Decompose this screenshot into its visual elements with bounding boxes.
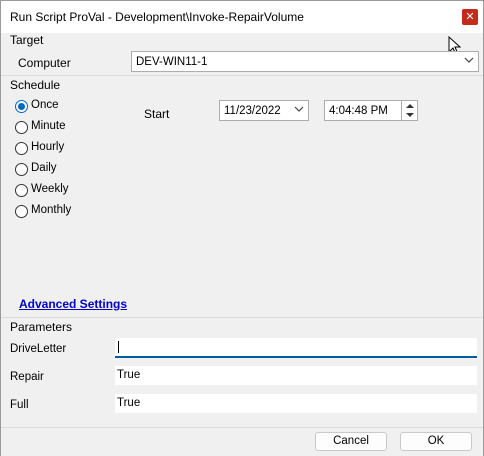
param-label-full: Full (10, 399, 29, 411)
parameters-panel: Parameters DriveLetter Repair True Full … (1, 317, 483, 427)
driveletter-input[interactable] (115, 338, 477, 358)
radio-hourly[interactable] (15, 142, 28, 155)
title-bar[interactable]: Run Script ProVal - Development\Invoke-R… (1, 1, 483, 33)
spin-down-icon[interactable] (406, 112, 414, 118)
target-section-label: Target (10, 33, 44, 47)
computer-select[interactable]: DEV-WIN11-1 (131, 51, 479, 72)
radio-monthly[interactable] (15, 205, 28, 218)
repair-input[interactable]: True (115, 366, 477, 385)
radio-label-minute: Minute (31, 120, 66, 132)
run-script-dialog: Run Script ProVal - Development\Invoke-R… (0, 0, 484, 456)
window-title: Run Script ProVal - Development\Invoke-R… (10, 10, 304, 24)
radio-weekly[interactable] (15, 184, 28, 197)
schedule-section-label: Schedule (10, 78, 61, 92)
cancel-button[interactable]: Cancel (315, 432, 387, 451)
chevron-down-icon (294, 106, 304, 112)
start-date-picker[interactable]: 11/23/2022 (219, 100, 309, 121)
dialog-footer: Cancel OK (1, 427, 483, 456)
text-caret (118, 341, 119, 353)
spin-up-icon[interactable] (406, 103, 414, 109)
parameters-section-label: Parameters (10, 320, 73, 334)
radio-label-monthly: Monthly (31, 204, 72, 216)
full-value: True (117, 397, 141, 409)
computer-select-value: DEV-WIN11-1 (136, 56, 208, 68)
radio-once[interactable] (15, 100, 28, 113)
chevron-down-icon (464, 57, 474, 63)
radio-daily[interactable] (15, 163, 28, 176)
param-label-repair: Repair (10, 371, 44, 383)
ok-button[interactable]: OK (400, 432, 472, 451)
start-label: Start (144, 107, 170, 121)
start-date-value: 11/23/2022 (224, 105, 281, 117)
radio-label-hourly: Hourly (31, 141, 65, 153)
radio-label-once: Once (31, 99, 59, 111)
computer-label: Computer (18, 56, 71, 70)
radio-label-daily: Daily (31, 162, 57, 174)
start-time-picker[interactable]: 4:04:48 PM (324, 100, 418, 121)
repair-value: True (117, 369, 141, 381)
radio-label-weekly: Weekly (31, 183, 69, 195)
time-spinner[interactable] (401, 101, 418, 120)
divider (1, 75, 483, 76)
param-label-driveletter: DriveLetter (10, 343, 67, 355)
full-input[interactable]: True (115, 394, 477, 413)
close-icon[interactable]: ✕ (462, 9, 478, 25)
start-time-value: 4:04:48 PM (329, 105, 388, 117)
advanced-settings-link[interactable]: Advanced Settings (19, 297, 127, 311)
divider (1, 317, 483, 318)
radio-minute[interactable] (15, 121, 28, 134)
